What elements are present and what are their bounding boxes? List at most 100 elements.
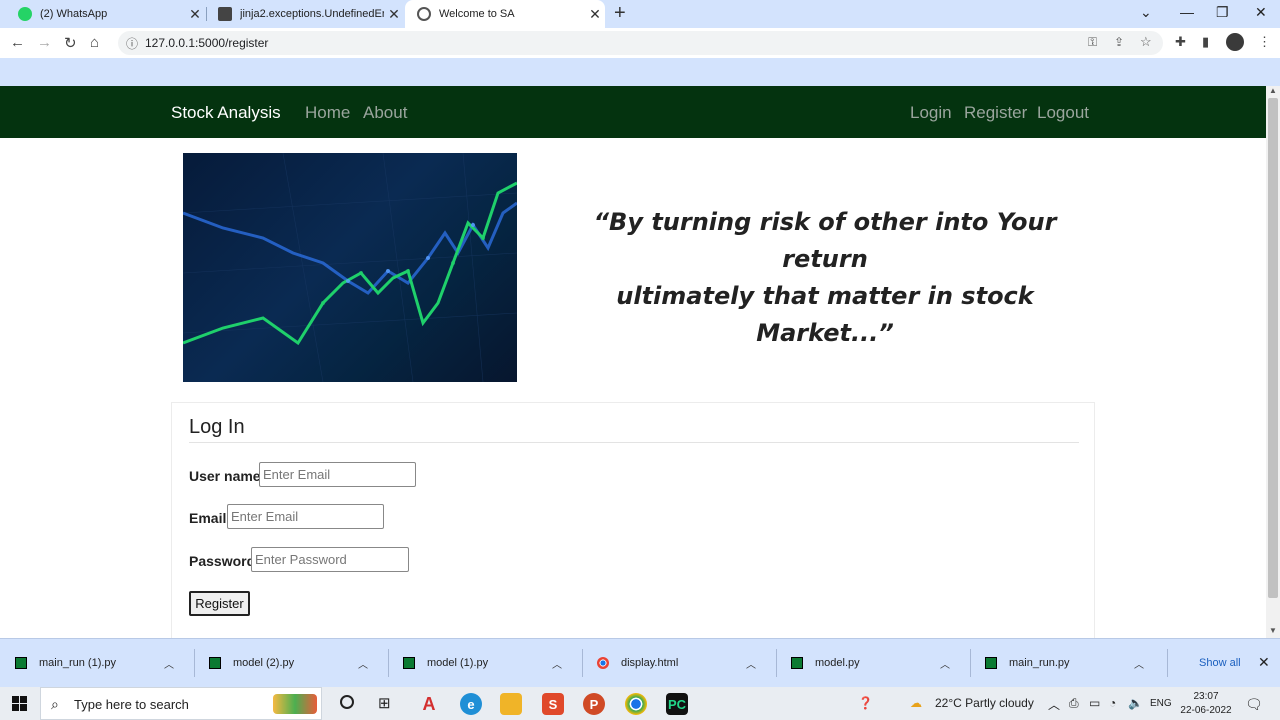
help-icon[interactable]: ❓: [858, 696, 873, 710]
tab-title: jinja2.exceptions.UndefinedError: [240, 8, 384, 20]
acrobat-icon[interactable]: A: [418, 693, 440, 715]
extensions-icon[interactable]: ✚: [1175, 34, 1186, 50]
time: 23:07: [1193, 691, 1219, 702]
site-navbar: Stock Analysis Home About Login Register…: [0, 86, 1266, 138]
window-close-icon[interactable]: ✕: [1255, 4, 1267, 21]
close-icon[interactable]: ✕: [384, 6, 404, 23]
bookmarks-strip: [0, 58, 1280, 86]
pycharm-icon[interactable]: PC: [666, 693, 688, 715]
weather-widget-icon[interactable]: [273, 694, 317, 714]
nav-home[interactable]: Home: [305, 103, 350, 123]
battery-icon[interactable]: ▭: [1089, 696, 1100, 710]
tab-title: Welcome to SA: [439, 8, 515, 20]
download-name: main_run.py: [1009, 657, 1070, 669]
search-placeholder: Type here to search: [74, 697, 189, 712]
new-tab-icon[interactable]: +: [614, 2, 626, 25]
nav-register[interactable]: Register: [964, 103, 1027, 123]
nav-logout[interactable]: Logout: [1037, 103, 1089, 123]
download-name: model (1).py: [427, 657, 489, 669]
share-icon[interactable]: ⇪: [1114, 35, 1124, 49]
download-item[interactable]: main_run.py ︿: [970, 639, 1164, 687]
download-item[interactable]: main_run (1).py ︿: [0, 639, 194, 687]
url-text: 127.0.0.1:5000/register: [145, 36, 269, 50]
tab-welcome-sa[interactable]: Welcome to SA ✕: [405, 0, 605, 28]
download-item[interactable]: model (2).py ︿: [194, 639, 388, 687]
file-explorer-icon[interactable]: [500, 693, 522, 715]
tab-whatsapp[interactable]: (2) WhatsApp ✕: [0, 0, 205, 28]
minimize-icon[interactable]: —: [1180, 4, 1194, 20]
download-name: model.py: [815, 657, 860, 669]
stock-chart-graphic: [183, 153, 517, 382]
pycharm-file-icon: [209, 657, 221, 669]
chevron-up-icon[interactable]: ︿: [940, 656, 970, 671]
date: 22-06-2022: [1180, 705, 1232, 716]
nav-login[interactable]: Login: [910, 103, 952, 123]
weather-text[interactable]: 22°C Partly cloudy: [935, 696, 1034, 710]
scroll-up-icon[interactable]: ▲: [1269, 86, 1277, 95]
scrollbar-thumb[interactable]: [1268, 98, 1278, 598]
chevron-up-icon[interactable]: ︿: [164, 656, 194, 671]
username-label: User name: [189, 468, 261, 484]
register-button[interactable]: Register: [189, 591, 250, 616]
login-card: Log In User name Email Password Register: [171, 402, 1095, 638]
info-icon[interactable]: ⓘ: [126, 35, 138, 52]
download-name: display.html: [621, 657, 679, 669]
show-all-link[interactable]: Show all: [1199, 657, 1241, 669]
card-title: Log In: [189, 416, 245, 438]
chevron-up-icon[interactable]: ︿: [746, 656, 776, 671]
back-arrow-icon[interactable]: ←: [10, 34, 25, 51]
notifications-icon[interactable]: 🗨: [1245, 696, 1263, 713]
forward-arrow-icon[interactable]: →: [37, 34, 52, 51]
downloads-bar: main_run (1).py ︿ model (2).py ︿ model (…: [0, 638, 1280, 687]
whatsapp-icon: [18, 7, 32, 21]
side-panel-icon[interactable]: ▮: [1202, 34, 1209, 50]
clock[interactable]: 23:07 22-06-2022: [1176, 690, 1236, 718]
device-icon[interactable]: ⎙: [1069, 696, 1079, 711]
pycharm-file-icon: [15, 657, 27, 669]
menu-dots-icon[interactable]: ⋮: [1258, 34, 1271, 50]
web-page: Stock Analysis Home About Login Register…: [0, 86, 1266, 638]
browser-tab-bar: (2) WhatsApp ✕ jinja2.exceptions.Undefin…: [0, 0, 1280, 28]
chevron-up-icon[interactable]: ︿: [1134, 656, 1164, 671]
language-indicator[interactable]: ENG: [1150, 698, 1172, 709]
scroll-down-icon[interactable]: ▼: [1269, 626, 1277, 635]
password-input[interactable]: [251, 547, 409, 572]
reload-icon[interactable]: ↻: [64, 34, 77, 52]
close-icon[interactable]: ✕: [185, 6, 205, 23]
download-item[interactable]: display.html ︿: [582, 639, 776, 687]
taskbar-search[interactable]: ⌕ Type here to search: [40, 687, 322, 720]
sublime-icon[interactable]: S: [542, 693, 564, 715]
home-icon[interactable]: ⌂: [90, 34, 99, 51]
windows-start-icon[interactable]: [12, 696, 27, 711]
avatar[interactable]: [1226, 33, 1244, 51]
star-icon[interactable]: ☆: [1140, 34, 1152, 50]
task-view-icon[interactable]: ⊞: [378, 694, 391, 712]
speaker-icon[interactable]: 🔈: [1128, 696, 1143, 710]
download-item[interactable]: model.py ︿: [776, 639, 970, 687]
chevron-up-icon[interactable]: ︿: [1048, 696, 1060, 713]
close-icon[interactable]: ✕: [585, 6, 605, 23]
nav-about[interactable]: About: [363, 103, 407, 123]
cortana-icon[interactable]: [340, 695, 354, 709]
weather-icon[interactable]: ☁: [910, 696, 922, 710]
close-icon[interactable]: ✕: [1258, 654, 1270, 671]
chrome-icon[interactable]: [625, 693, 647, 715]
powerpoint-icon[interactable]: P: [583, 693, 605, 715]
email-label: Email: [189, 510, 227, 526]
wifi-icon[interactable]: ◔: [1109, 696, 1116, 710]
chevron-up-icon[interactable]: ︿: [358, 656, 388, 671]
username-input[interactable]: [259, 462, 416, 487]
key-icon[interactable]: ⚿: [1088, 35, 1097, 50]
chevron-up-icon[interactable]: ︿: [552, 656, 582, 671]
tab-jinja-error[interactable]: jinja2.exceptions.UndefinedError ✕: [206, 0, 404, 28]
email-input[interactable]: [227, 504, 384, 529]
download-name: model (2).py: [233, 657, 295, 669]
address-bar[interactable]: ⓘ 127.0.0.1:5000/register ⚿ ⇪ ☆: [118, 31, 1163, 55]
download-item[interactable]: model (1).py ︿: [388, 639, 582, 687]
divider: [189, 442, 1079, 443]
tab-search-chevron-icon[interactable]: ⌄: [1140, 4, 1152, 21]
maximize-icon[interactable]: ❐: [1216, 4, 1229, 21]
page-scrollbar[interactable]: ▲ ▼: [1266, 86, 1280, 638]
brand-link[interactable]: Stock Analysis: [171, 103, 281, 123]
edge-icon[interactable]: e: [460, 693, 482, 715]
